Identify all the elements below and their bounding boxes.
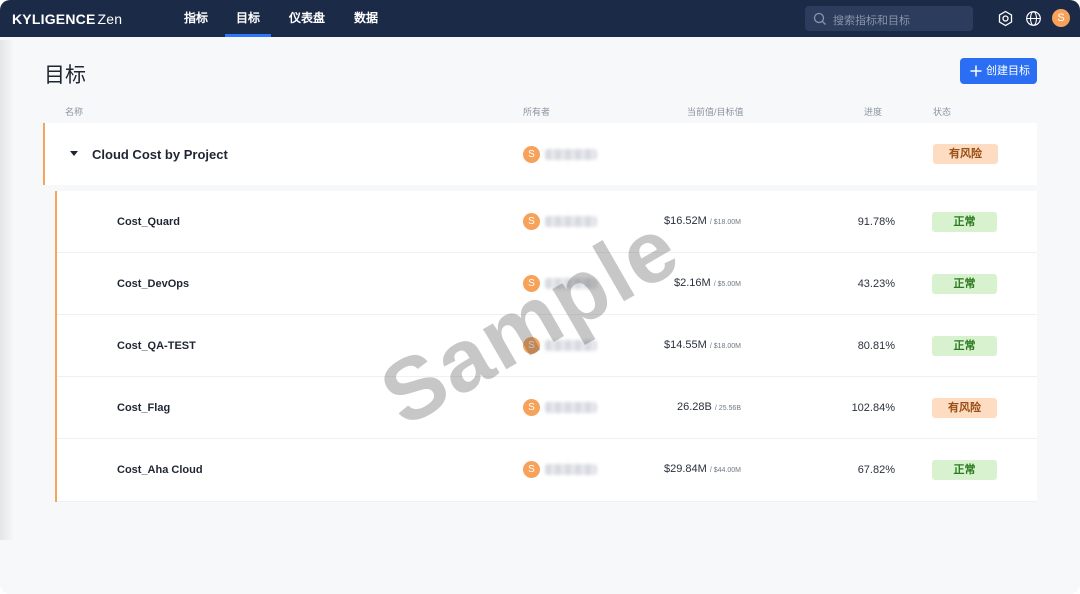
create-goal-button[interactable]: 创建目标	[960, 58, 1037, 84]
goal-row[interactable]: Cost_Aha Cloud S $29.84M / $44.00M 67.82…	[57, 439, 1037, 502]
goal-progress: 102.84%	[851, 402, 895, 414]
side-panel-shadow	[0, 40, 14, 540]
brand-name: KYLIGENCE	[12, 11, 96, 27]
create-goal-label: 创建目标	[986, 65, 1030, 77]
goal-name: Cost_DevOps	[117, 278, 190, 290]
goal-value: $29.84M / $44.00M	[621, 463, 741, 475]
search-placeholder: 搜索指标和目标	[833, 15, 910, 27]
status-badge: 有风险	[933, 144, 998, 164]
search-icon	[813, 12, 826, 25]
nav-item-data[interactable]: 数据	[354, 0, 378, 37]
target-value: / $18.00M	[709, 219, 741, 226]
page-title: 目标	[44, 64, 86, 87]
top-nav-bar: KYLIGENCE Zen 指标 目标 仪表盘 数据 搜索指标和目标 S	[0, 0, 1080, 37]
brand-product: Zen	[97, 11, 123, 27]
owner-avatar: S	[523, 337, 540, 354]
owner-avatar: S	[523, 146, 540, 163]
goal-group-name: Cloud Cost by Project	[92, 147, 228, 162]
goal-value: $14.55M / $18.00M	[621, 339, 741, 351]
search-box[interactable]: 搜索指标和目标	[805, 6, 973, 31]
owner-name-blurred	[545, 278, 597, 289]
target-value: / $18.00M	[709, 343, 741, 350]
goal-row[interactable]: Cost_Quard S $16.52M / $18.00M 91.78% 正常	[57, 191, 1037, 253]
goal-name: Cost_QA-TEST	[117, 340, 196, 352]
owner-avatar: S	[523, 275, 540, 292]
status-badge: 正常	[932, 212, 997, 232]
plus-icon	[970, 65, 982, 77]
current-value: $2.16M	[673, 277, 711, 289]
owner-name-blurred	[545, 402, 597, 413]
globe-icon[interactable]	[1025, 10, 1042, 27]
column-header-progress: 进度	[864, 107, 883, 117]
status-badge: 正常	[932, 460, 997, 480]
nav-item-goals[interactable]: 目标	[225, 0, 271, 37]
current-value: $29.84M	[663, 463, 707, 475]
settings-icon[interactable]	[997, 10, 1014, 27]
goal-value: $2.16M / $5.00M	[621, 277, 741, 289]
current-value: $16.52M	[663, 215, 707, 227]
owner-name-blurred	[545, 464, 597, 475]
status-badge: 正常	[932, 336, 997, 356]
goal-value: $16.52M / $18.00M	[621, 215, 741, 227]
column-header-owner: 所有者	[523, 107, 551, 117]
owner-name-blurred	[545, 340, 597, 351]
goal-row[interactable]: Cost_QA-TEST S $14.55M / $18.00M 80.81% …	[57, 315, 1037, 377]
owner-avatar: S	[523, 213, 540, 230]
owner-name-blurred	[545, 216, 597, 227]
column-header-status: 状态	[933, 107, 952, 117]
goal-row[interactable]: Cost_DevOps S $2.16M / $5.00M 43.23% 正常	[57, 253, 1037, 315]
target-value: / $5.00M	[713, 281, 741, 288]
brand-logo[interactable]: KYLIGENCE Zen	[12, 11, 122, 27]
goal-value: 26.28B / 25.56B	[621, 401, 741, 413]
goal-name: Cost_Flag	[117, 402, 171, 414]
goal-progress: 43.23%	[857, 278, 895, 290]
nav-item-metrics[interactable]: 指标	[184, 0, 208, 37]
column-header-value: 当前值/目标值	[687, 107, 744, 117]
goal-name: Cost_Aha Cloud	[117, 464, 203, 476]
owner-avatar: S	[523, 461, 540, 478]
caret-down-icon[interactable]	[70, 151, 78, 157]
goal-group-row[interactable]: Cloud Cost by Project S 有风险	[43, 123, 1037, 185]
user-avatar[interactable]: S	[1052, 9, 1070, 27]
app-window: KYLIGENCEZen 指标 目标 仪表盘 数据 搜索指标和目标 S 目标	[0, 0, 1080, 594]
current-value: $14.55M	[663, 339, 707, 351]
current-value: 26.28B	[676, 401, 712, 413]
goal-row[interactable]: Cost_Flag S 26.28B / 25.56B 102.84% 有风险	[57, 377, 1037, 439]
owner-avatar: S	[523, 399, 540, 416]
goal-name: Cost_Quard	[117, 216, 180, 228]
column-header-name: 名称	[65, 107, 84, 117]
goal-progress: 80.81%	[857, 340, 895, 352]
status-badge: 正常	[932, 274, 997, 294]
goal-progress: 67.82%	[857, 464, 895, 476]
target-value: / 25.56B	[714, 405, 741, 412]
status-badge: 有风险	[932, 398, 997, 418]
nav-item-dashboards[interactable]: 仪表盘	[289, 0, 325, 37]
goal-progress: 91.78%	[857, 216, 895, 228]
target-value: / $44.00M	[709, 467, 741, 474]
owner-name-blurred	[545, 149, 597, 160]
